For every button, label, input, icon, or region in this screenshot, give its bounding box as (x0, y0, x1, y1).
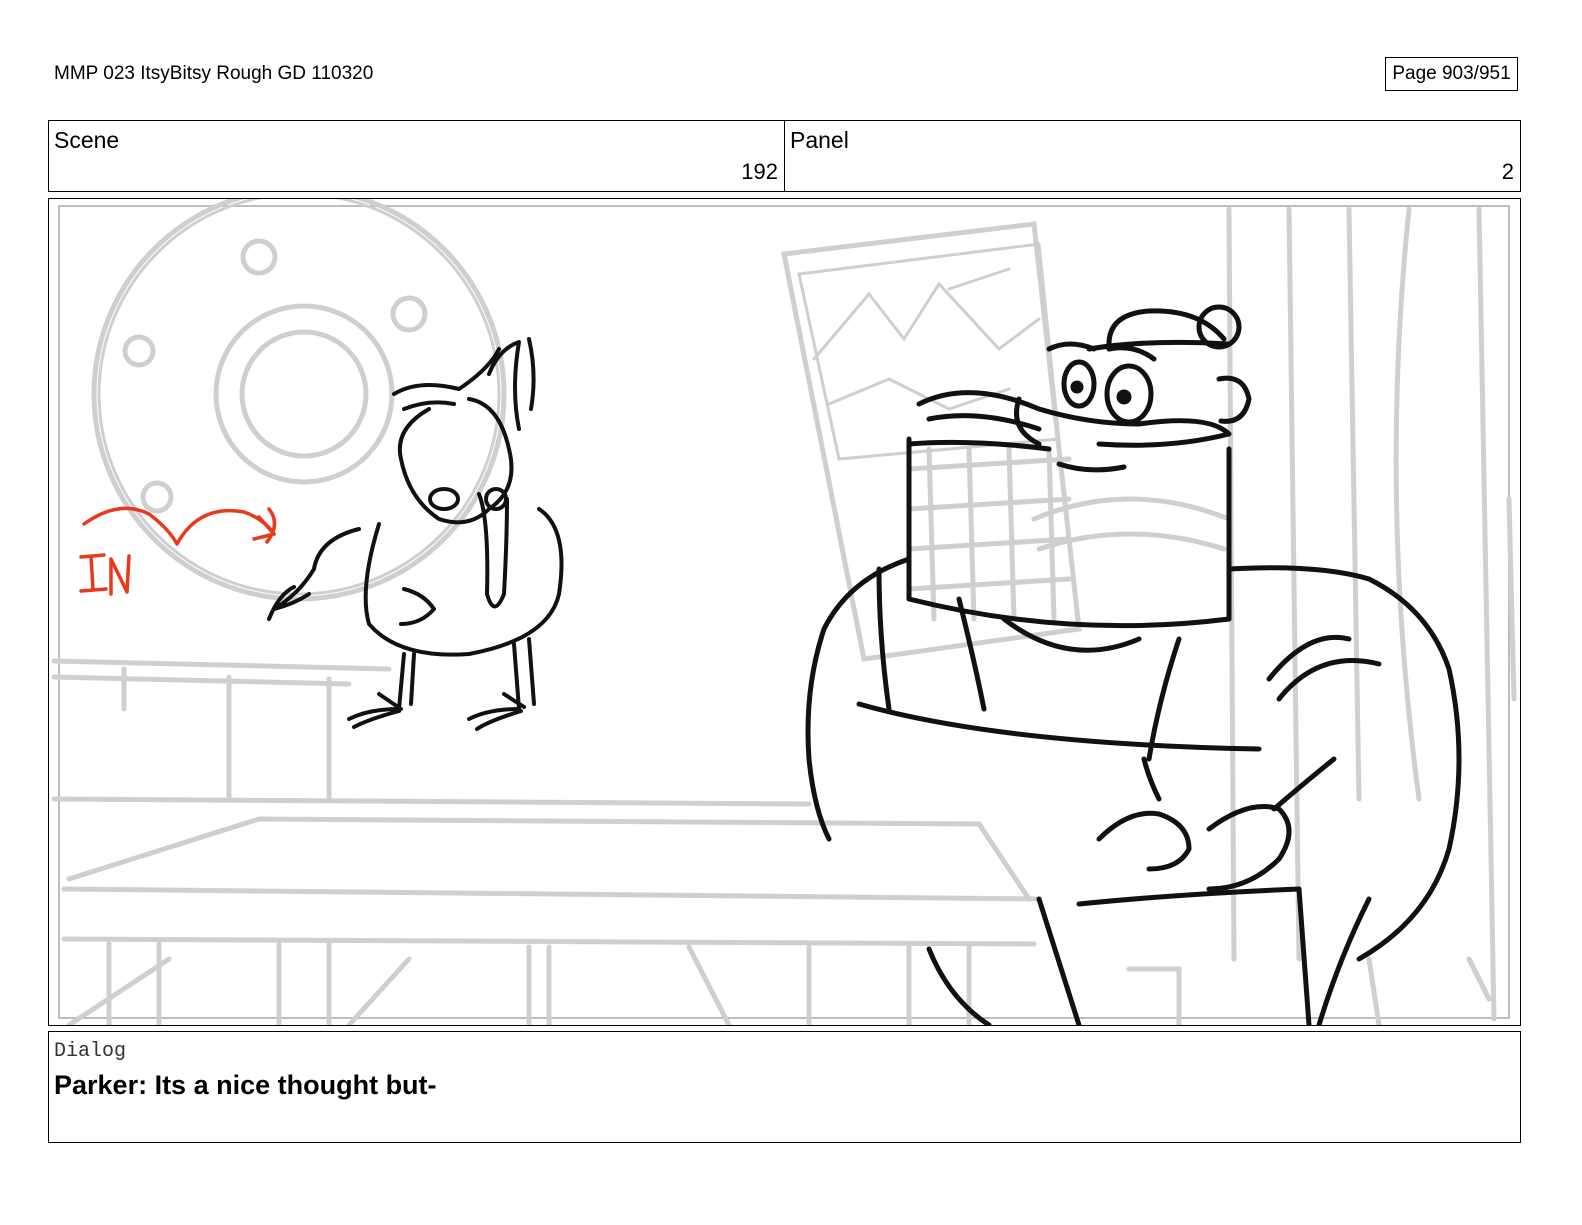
document-title: MMP 023 ItsyBitsy Rough GD 110320 (54, 63, 374, 84)
bird-sketch (267, 337, 564, 731)
scene-number: 192 (741, 159, 778, 184)
panel-label: Panel (790, 127, 849, 153)
storyboard-frame (48, 198, 1521, 1026)
panel-number: 2 (1501, 159, 1514, 184)
scene-cell: Scene 192 (49, 121, 785, 191)
storyboard-sketch (51, 199, 1517, 1025)
dialog-box: Dialog Parker: Its a nice thought but- (48, 1031, 1521, 1143)
dialog-text: Parker: Its a nice thought but- (54, 1070, 437, 1100)
dialog-label: Dialog (54, 1040, 127, 1063)
parker-sketch (805, 304, 1462, 1025)
page-indicator: Page 903/951 (1385, 57, 1518, 91)
scene-label: Scene (54, 127, 120, 153)
scene-panel-header: Scene 192 Panel 2 (48, 120, 1521, 192)
panel-cell: Panel 2 (785, 121, 1520, 191)
